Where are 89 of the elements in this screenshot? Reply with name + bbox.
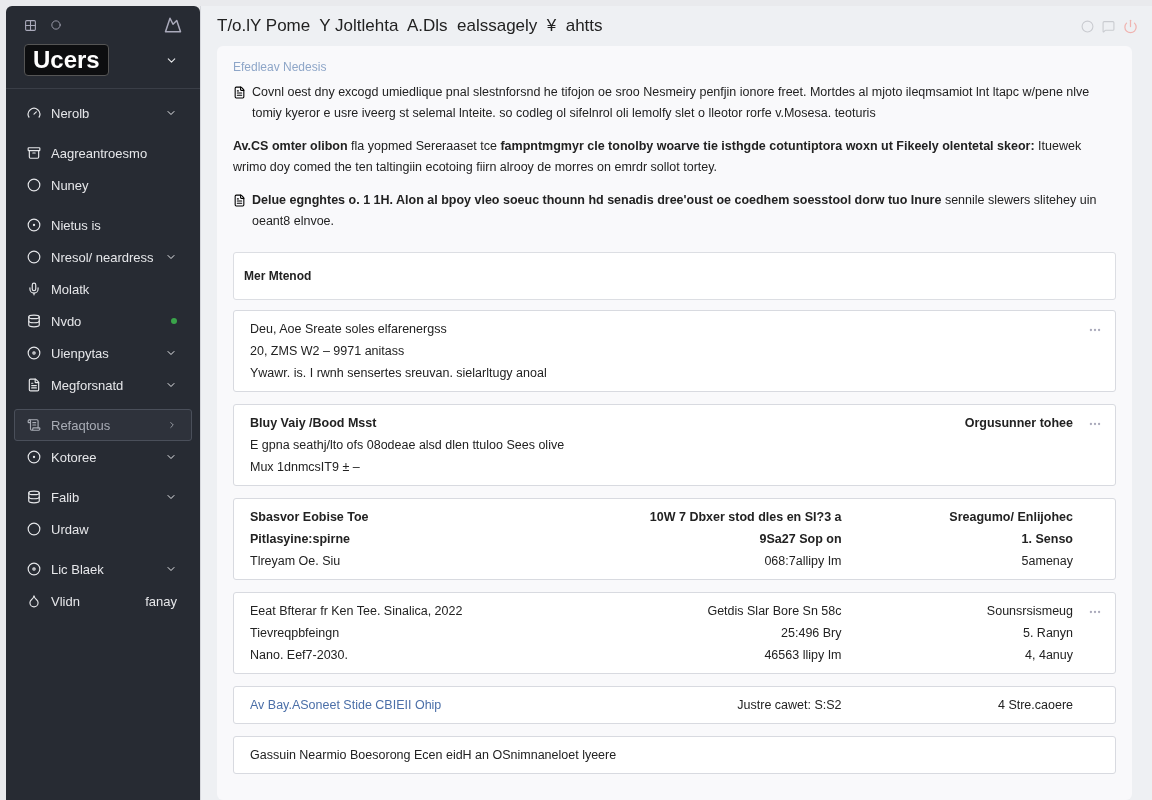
sidebar-label: Aagreantroesmo (51, 145, 149, 161)
item-text: Deu, Aoe Sreate soles elfarenergss (250, 321, 448, 337)
paragraph: Av.CS omter olibon fla yopmed Sereraaset tce fampntmgmyr cle tonolby woarve tie isthgde cotuntiptora woxn ut Fikeely olentetal skeor: Ituewek wrimo doy comed the ten taltingiin ecotoing fiirn alrooy de morres on emrdr sollot tortey. (233, 138, 1083, 176)
item-text: Sreagumo/ Enlijohec (948, 509, 1073, 525)
sidebar-item[interactable]: Vlidn fanay (14, 585, 192, 617)
sidebar-label: Kotoree (51, 449, 98, 465)
sidebar-item[interactable]: Nerolb (14, 97, 192, 129)
item-text: Justre cawet: S:S2 (736, 697, 842, 713)
logo-icon (164, 16, 182, 34)
item-text: 1. Senso (1020, 531, 1073, 547)
chevron-icon (167, 420, 177, 430)
database-icon (27, 490, 41, 504)
sidebar-item[interactable]: Kotoree (14, 441, 192, 473)
item-text: 068:7allipy Im (763, 553, 842, 569)
sidebar-item[interactable]: Nresol/ neardress (14, 241, 192, 273)
item-text: 46563 llipy Im (763, 647, 842, 663)
sidebar-label: Urdaw (51, 521, 90, 537)
item-text: Orgusunner tohee (963, 415, 1073, 431)
sidebar-item[interactable]: Megforsnatd (14, 369, 192, 401)
circle-icon[interactable] (51, 20, 61, 30)
sidebar-label: Refaqtous (51, 417, 112, 433)
item-text: Eeat Bfterar fr Ken Tee. Sinalica, 2022 (250, 603, 464, 619)
list-icon (27, 418, 41, 432)
item-text: 9Sa27 Sop on (758, 531, 842, 547)
droplet-icon (27, 594, 41, 608)
sidebar-item[interactable]: Nvdo (14, 305, 192, 337)
circle-dot-icon (27, 218, 41, 232)
window-title: T/o.lY Pome Y Joltlehta A.Dls ealssagely ¥ ahtts (217, 16, 603, 36)
document-icon (27, 378, 41, 392)
archive-icon (27, 146, 41, 160)
item-text: Nano. Eef7-2030. (250, 647, 349, 663)
gauge-icon (27, 106, 41, 120)
sidebar-label: Falib (51, 489, 81, 505)
item-text: 10W 7 Dbxer stod dles en SI?3 a (648, 509, 842, 525)
item-text: Pitlasyine:spirne (250, 531, 352, 547)
sidebar-item[interactable]: Nietus is (14, 209, 192, 241)
sidebar-label: Vlidn (51, 593, 81, 609)
item-text: Getdis Slar Bore Sn 58c (706, 603, 842, 619)
paragraph: Covnl oest dny excogd umiedlique pnal slestnforsnd he tifojon oe sroo Nesmeiry penfjin ionore freet. Mortdes al mjoto ileqmsamiot lnt ltapc w/pene nlve tomiy kyeror e usre iveerg st selemal lnteite. so codleg ol sifelnrol oli lemolfy slet o lleotor rorfe v.Mosesa. teoturis (252, 84, 1091, 122)
circle-icon[interactable] (1081, 19, 1094, 33)
microphone-icon (27, 282, 41, 296)
sidebar-item[interactable]: Urdaw (14, 513, 192, 545)
item-text: 20, ZMS W2 – 9971 anitass (250, 343, 406, 359)
circle-icon (27, 522, 41, 536)
sidebar-note: fanay (145, 593, 177, 609)
sidebar-item[interactable]: Uienpytas (14, 337, 192, 369)
logo: Ucers (24, 44, 109, 76)
item-text: Sounsrsismeug (985, 603, 1073, 619)
sidebar-label: Megforsnatd (51, 377, 125, 393)
list-header: Mer Mtenod (233, 252, 1116, 300)
item-text: Tlreyam Oe. Siu (250, 553, 342, 569)
circle-dot-icon (27, 450, 41, 464)
sidebar-label: Nresol/ neardress (51, 249, 155, 265)
section-label: Efedleav Nedesis (233, 60, 328, 74)
sidebar-item[interactable]: Nuney (14, 169, 192, 201)
sidebar-label: Nerolb (51, 105, 91, 121)
item-text: 25:496 Bry (780, 625, 842, 641)
sidebar-item[interactable]: Lic Blaek (14, 553, 192, 585)
sidebar-item[interactable]: Molatk (14, 273, 192, 305)
item-text: Mux 1dnmcsIT9 ± – (250, 459, 361, 475)
circle-icon (27, 178, 41, 192)
sidebar-label: Nuney (51, 177, 90, 193)
sidebar-item[interactable]: Falib (14, 481, 192, 513)
item-text: Sbasvor Eobise Toe (250, 509, 370, 525)
item-text: 5amenay (1020, 553, 1073, 569)
database-icon (27, 314, 41, 328)
grid-icon[interactable] (24, 18, 37, 32)
paragraph: Delue egnghtes o. 1 1H. Alon al bpoy vleo soeuc thounn hd senadis dree'oust oe coedhem soesstool dorw tuo Inure sennile slewers slitehey uin oeant8 elnvoe. (252, 192, 1098, 230)
item-text: Gassuin Nearmio Boesorong Ecen eidH an OSnimnaneloet lyeere (250, 747, 618, 763)
item-text: 4 Stre.caoere (996, 697, 1073, 713)
item-text: Bluy Vaiy /Bood Msst (250, 415, 378, 431)
sidebar-item[interactable]: Refaqtous (14, 409, 192, 441)
sidebar-label: Molatk (51, 281, 91, 297)
message-icon[interactable] (1102, 19, 1115, 33)
sidebar-item[interactable]: Aagreantroesmo (14, 137, 192, 169)
sidebar-label: Uienpytas (51, 345, 110, 361)
item-link[interactable]: Av Bay.ASoneet Stide CBIEII Ohip (250, 697, 585, 713)
power-icon[interactable] (1123, 18, 1138, 34)
disc-icon (27, 562, 41, 576)
circle-icon (27, 250, 41, 264)
item-text: E gpna seathj/lto ofs 08odeae alsd dlen ttuloo Sees olive (250, 437, 566, 453)
item-text: Tievreqpbfeingn (250, 625, 341, 641)
item-text: 5. Ranyn (1021, 625, 1073, 641)
sidebar-label: Lic Blaek (51, 561, 105, 577)
disc-icon (27, 346, 41, 360)
sidebar-label: Nietus is (51, 217, 102, 233)
item-text: 4, 4anuy (1024, 647, 1073, 663)
item-text: Ywawr. is. I rwnh sensertes sreuvan. sielarltugy anoal (250, 365, 548, 381)
sidebar-label: Nvdo (51, 313, 83, 329)
